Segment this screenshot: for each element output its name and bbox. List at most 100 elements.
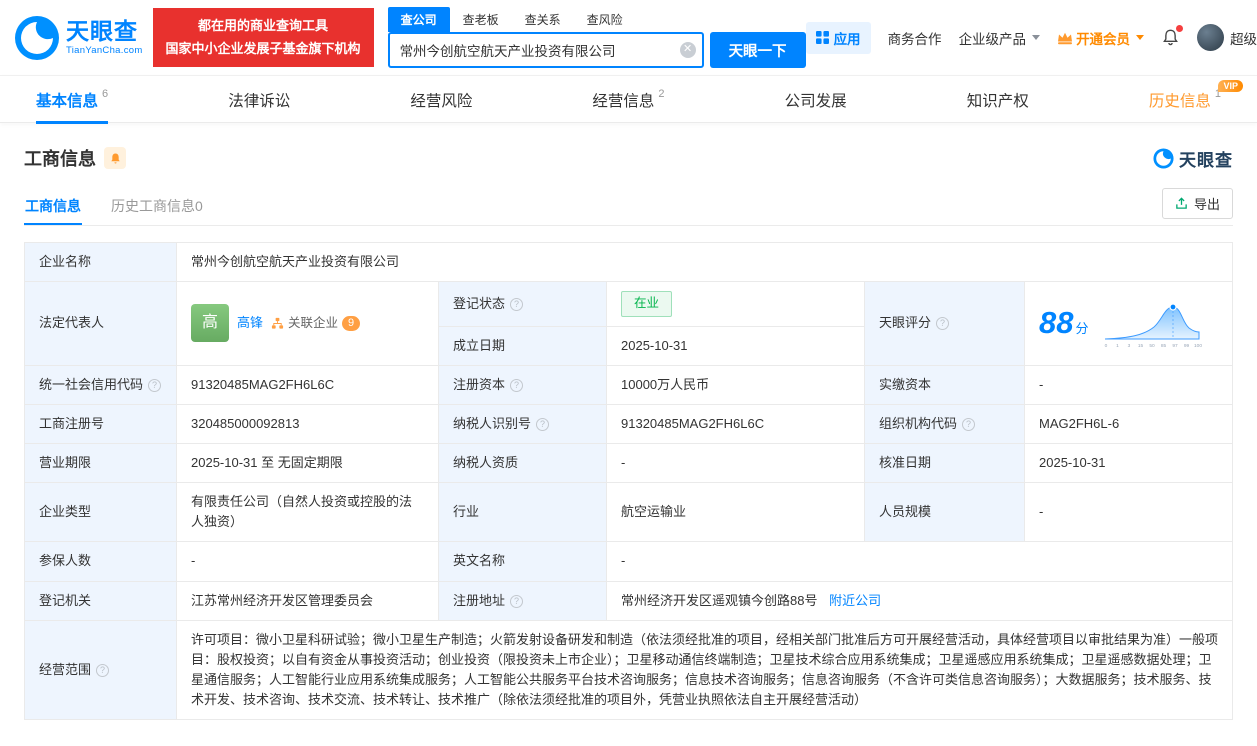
nearby-companies-link[interactable]: 附近公司 (829, 593, 881, 608)
chevron-down-icon (1136, 35, 1145, 40)
value-score: 88 分 0 1 3 15 50 85 97 99 100 (1024, 281, 1233, 366)
subtabs: 工商信息 历史工商信息0 导出 (24, 187, 1233, 226)
score-chart: 0 1 3 15 50 85 97 99 100 (1104, 303, 1202, 349)
search-button[interactable]: 天眼一下 (709, 32, 806, 68)
value-business-term: 2025-10-31 至 无固定期限 (176, 442, 439, 484)
apps-button[interactable]: 应用 (805, 21, 871, 54)
svg-text:15: 15 (1137, 343, 1143, 349)
chevron-down-icon (1032, 35, 1041, 40)
label-taxpayer-id: 纳税人识别号? (438, 403, 607, 444)
value-paid-capital: - (1024, 364, 1233, 405)
label-taxpayer-quality: 纳税人资质 (438, 442, 607, 484)
subtab-business-info[interactable]: 工商信息 (24, 187, 82, 225)
table-row: 登记机关 江苏常州经济开发区管理委员会 注册地址? 常州经济开发区遥观镇今创路8… (24, 580, 1233, 621)
business-info-table: 企业名称 常州今创航空航天产业投资有限公司 法定代表人 高 高锋 关联企业 9 … (24, 241, 1233, 721)
username: 超级风... (1230, 31, 1257, 47)
svg-text:0: 0 (1104, 343, 1107, 349)
table-row: 企业类型 有限责任公司（自然人投资或控股的法人独资） 行业 航空运输业 人员规模… (24, 482, 1233, 543)
value-credit-code: 91320485MAG2FH6L6C (176, 364, 439, 405)
label-approval-date: 核准日期 (864, 442, 1025, 484)
label-legal-rep: 法定代表人 (24, 281, 177, 366)
svg-text:97: 97 (1172, 343, 1178, 349)
help-icon[interactable]: ? (936, 317, 950, 331)
help-icon[interactable]: ? (510, 297, 524, 311)
tab-operation-risk[interactable]: 经营风险 (410, 76, 472, 124)
label-score: 天眼评分? (864, 281, 1025, 366)
tianyancha-page: 天眼查 TianYanCha.com 都在用的商业查询工具 国家中小企业发展子基… (0, 0, 1257, 746)
label-org-code: 组织机构代码? (864, 403, 1025, 444)
label-reg-number: 工商注册号 (24, 403, 177, 444)
legal-rep-name-link[interactable]: 高锋 (237, 313, 263, 333)
value-taxpayer-quality: - (606, 442, 865, 484)
business-cooperation-link[interactable]: 商务合作 (888, 28, 942, 48)
value-business-scope: 许可项目：微小卫星科研试验；微小卫星生产制造；火箭发射设备研发和制造（依法须经批… (176, 619, 1233, 721)
label-company-name: 企业名称 (24, 241, 177, 283)
search-tab-company[interactable]: 查公司 (387, 7, 450, 32)
legal-rep-avatar[interactable]: 高 (191, 304, 229, 343)
label-insured-count: 参保人数 (24, 541, 177, 582)
monitor-bell-button[interactable] (104, 147, 126, 169)
export-icon (1176, 197, 1187, 209)
value-reg-address: 常州经济开发区遥观镇今创路88号 附近公司 (606, 580, 1233, 621)
tab-history-info[interactable]: 历史信息 1 VIP (1149, 76, 1243, 124)
table-row: 法定代表人 高 高锋 关联企业 9 登记状态 ? 在业 天眼评分 ? 88 分 … (24, 281, 1233, 366)
label-reg-status: 登记状态? (438, 281, 607, 327)
crown-icon (1058, 32, 1073, 44)
svg-text:50: 50 (1149, 343, 1155, 349)
export-button[interactable]: 导出 (1161, 188, 1233, 219)
main-content: 工商信息 天眼查 工商信息 历史工商信息0 导出 企业名称 常州今创航空航天产业… (0, 145, 1257, 746)
tianyan-score: 88 分 (1039, 305, 1089, 341)
help-icon[interactable]: ? (510, 594, 524, 608)
vip-upgrade-menu[interactable]: 开通会员 (1057, 28, 1145, 48)
value-insured-count: - (176, 541, 439, 582)
org-chart-icon (271, 317, 284, 329)
tab-operation-info[interactable]: 经营信息 2 (592, 76, 664, 124)
tianyancha-logo-icon (15, 15, 59, 60)
tab-company-development[interactable]: 公司发展 (785, 76, 847, 124)
value-company-name: 常州今创航空航天产业投资有限公司 (176, 241, 1233, 283)
notifications-bell[interactable] (1161, 25, 1184, 47)
tab-basic-info[interactable]: 基本信息 6 (36, 76, 108, 124)
help-icon[interactable]: ? (148, 378, 162, 392)
notification-dot (1176, 25, 1184, 32)
help-icon[interactable]: ? (536, 417, 550, 431)
company-section-tabs: 基本信息 6 法律诉讼 经营风险 经营信息 2 公司发展 知识产权 历史信息 1 VI… (0, 75, 1257, 123)
value-legal-rep: 高 高锋 关联企业 9 (176, 281, 439, 366)
related-count-badge: 9 (342, 315, 361, 331)
clear-icon[interactable]: ✕ (679, 42, 696, 58)
label-credit-code: 统一社会信用代码? (24, 364, 177, 405)
value-company-type: 有限责任公司（自然人投资或控股的法人独资） (176, 482, 439, 543)
brand-slogan: 都在用的商业查询工具 国家中小企业发展子基金旗下机构 (152, 7, 374, 68)
value-reg-status: 在业 (606, 281, 865, 327)
value-org-code: MAG2FH6L-6 (1024, 403, 1233, 444)
label-paid-capital: 实缴资本 (864, 364, 1025, 405)
label-staff-size: 人员规模 (864, 482, 1025, 543)
value-approval-date: 2025-10-31 (1024, 442, 1233, 484)
search-area: 查公司 查老板 查关系 查风险 ✕ 天眼一下 (387, 7, 806, 68)
label-business-term: 营业期限 (24, 442, 177, 484)
brand-domain: TianYanCha.com (66, 44, 143, 56)
help-icon[interactable]: ? (510, 378, 524, 392)
search-tab-risk[interactable]: 查风险 (574, 7, 636, 32)
svg-text:3: 3 (1127, 343, 1130, 349)
value-staff-size: - (1024, 482, 1233, 543)
search-tab-relation[interactable]: 查关系 (512, 7, 574, 32)
enterprise-products-menu[interactable]: 企业级产品 (959, 28, 1041, 48)
subtab-history-business-info[interactable]: 历史工商信息0 (110, 187, 204, 225)
user-account-menu[interactable]: 超级风... (1197, 24, 1257, 51)
value-reg-number: 320485000092813 (176, 403, 439, 444)
related-companies-chip[interactable]: 关联企业 9 (271, 314, 361, 333)
brand-logo[interactable]: 天眼查 TianYanCha.com (14, 15, 143, 61)
help-icon[interactable]: ? (96, 663, 110, 677)
search-tab-boss[interactable]: 查老板 (450, 7, 512, 32)
tab-legal-litigation[interactable]: 法律诉讼 (228, 76, 290, 124)
help-icon[interactable]: ? (962, 417, 976, 431)
label-english-name: 英文名称 (438, 541, 607, 582)
brand-name: 天眼查 (66, 17, 138, 44)
tianyancha-logo-icon (1153, 147, 1174, 169)
tab-intellectual-property[interactable]: 知识产权 (967, 76, 1029, 124)
search-input[interactable] (387, 32, 704, 68)
grid-icon (815, 31, 829, 44)
table-row: 经营范围? 许可项目：微小卫星科研试验；微小卫星生产制造；火箭发射设备研发和制造… (24, 619, 1233, 721)
status-badge: 在业 (621, 291, 673, 317)
